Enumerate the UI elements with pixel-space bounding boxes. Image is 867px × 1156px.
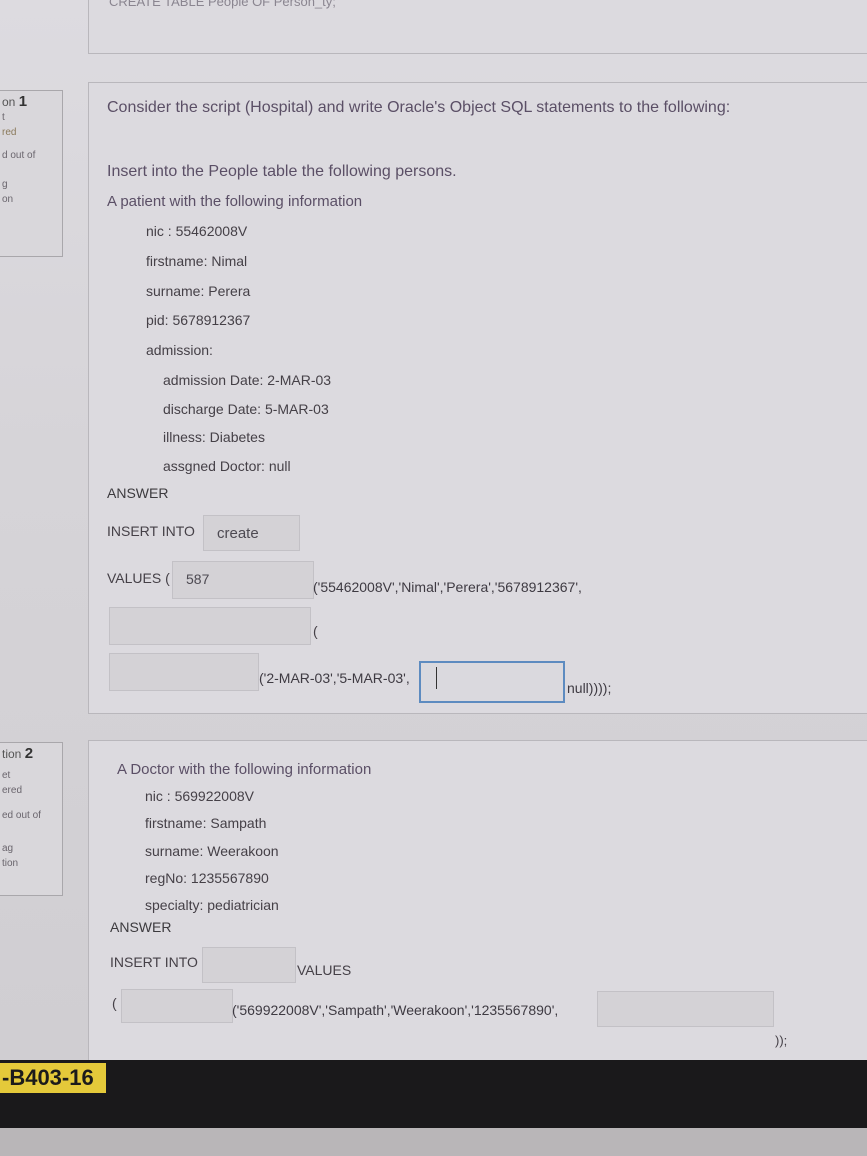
table-name-input-2[interactable] <box>202 947 296 983</box>
previous-panel: CREATE TABLE People OF Person_ty; <box>88 0 867 54</box>
specialty-input-2[interactable] <box>597 991 774 1027</box>
screen: CREATE TABLE People OF Person_ty; on 1 t… <box>0 0 867 1156</box>
answer-label-2: ANSWER <box>110 919 172 935</box>
admission-row-input[interactable] <box>109 653 259 691</box>
table-name-value: create <box>217 525 259 542</box>
patient-intro: A patient with the following information <box>107 193 363 210</box>
admission-date: admission Date: 2-MAR-03 <box>163 372 332 388</box>
person-values-text: ('55462008V','Nimal','Perera','567891236… <box>313 579 582 595</box>
open-paren: ( <box>313 623 318 639</box>
null-close-text: null)))); <box>567 680 612 696</box>
type-input-2[interactable] <box>121 989 233 1023</box>
assigned-doctor: assgned Doctor: null <box>163 458 291 474</box>
insert-into-label-2: INSERT INTO <box>110 954 198 970</box>
answer-label: ANSWER <box>107 485 169 501</box>
question-1-flag-label: on <box>2 194 14 205</box>
question-1-panel: Consider the script (Hospital) and write… <box>88 82 867 714</box>
insert-into-label: INSERT INTO <box>107 523 195 539</box>
doctor-firstname: firstname: Sampath <box>145 815 267 831</box>
doctor-specialty: specialty: pediatrician <box>145 897 279 913</box>
table-name-input[interactable]: create <box>203 515 300 551</box>
values-label: VALUES ( <box>107 570 170 586</box>
patient-admission: admission: <box>146 342 213 358</box>
question-2-flag-icon[interactable]: ag <box>0 841 62 856</box>
doctor-regno: regNo: 1235567890 <box>145 870 269 886</box>
patient-nic: nic : 55462008V <box>146 223 248 239</box>
doctor-surname: surname: Weerakoon <box>145 843 279 859</box>
patient-pid: pid: 5678912367 <box>146 312 251 328</box>
sidebar: on 1 t red d out of g on tion 2 et ered … <box>0 0 70 1060</box>
question-2-status: et <box>2 770 11 781</box>
illness: illness: Diabetes <box>163 429 265 445</box>
asset-tag-label: -B403-16 <box>0 1063 106 1093</box>
dates-values-text: ('2-MAR-03','5-MAR-03', <box>259 670 410 686</box>
question-1-instruction: Consider the script (Hospital) and write… <box>107 99 731 116</box>
close-text-2: )); <box>775 1033 788 1048</box>
patient-surname: surname: Perera <box>146 283 251 299</box>
values-input-1-value: 587 <box>186 571 210 587</box>
question-1-status-2: red <box>2 127 17 138</box>
question-1-marks: d out of <box>2 150 36 161</box>
question-2-flag-label: tion <box>2 858 19 869</box>
values-input-1[interactable]: 587 <box>172 561 314 599</box>
discharge-date: discharge Date: 5-MAR-03 <box>163 401 329 417</box>
question-1-info[interactable]: on 1 t red d out of g on <box>0 90 63 257</box>
previous-panel-text: CREATE TABLE People OF Person_ty; <box>109 0 336 9</box>
patient-firstname: firstname: Nimal <box>146 253 248 269</box>
question-2-number: tion 2 <box>2 745 34 762</box>
doctor-nic: nic : 569922008V <box>145 788 254 804</box>
question-2-info[interactable]: tion 2 et ered ed out of ag tion <box>0 742 63 896</box>
values-label-2: VALUES <box>297 962 352 978</box>
background-surface <box>0 1128 867 1156</box>
question-1-status: t <box>2 112 5 123</box>
doctor-value-input[interactable] <box>419 661 565 703</box>
question-2-panel: A Doctor with the following information … <box>88 740 867 1072</box>
question-2-marks: ed out of <box>2 810 41 821</box>
question-1-number: on 1 <box>2 93 28 110</box>
open-paren-2: ( <box>112 995 117 1011</box>
question-1-flag-icon[interactable]: g <box>0 177 62 192</box>
doctor-intro: A Doctor with the following information <box>117 761 372 778</box>
doctor-values-text: ('569922008V','Sampath','Weerakoon','123… <box>232 1002 559 1018</box>
admission-type-input[interactable] <box>109 607 311 645</box>
question-2-status-2: ered <box>2 785 23 796</box>
question-1-intro: Insert into the People table the followi… <box>107 163 457 180</box>
text-cursor <box>436 667 437 689</box>
